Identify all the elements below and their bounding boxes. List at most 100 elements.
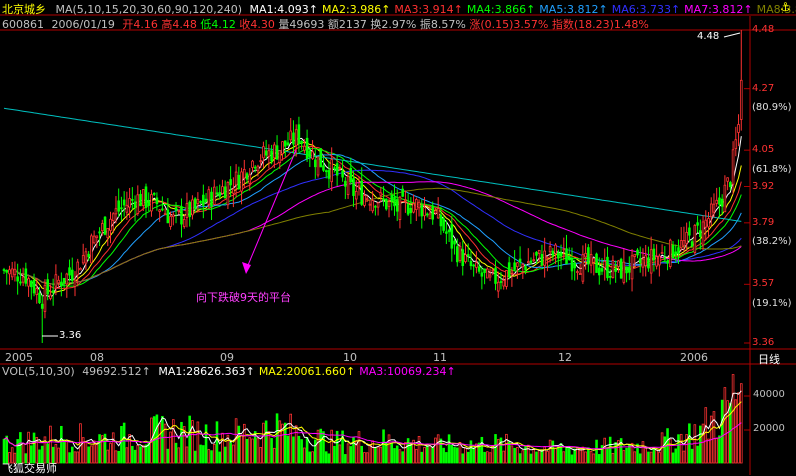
candle-body <box>731 149 735 185</box>
candle-body <box>283 140 287 147</box>
candle-body <box>73 280 77 287</box>
volume-bar <box>365 452 369 464</box>
volume-bar <box>202 445 205 464</box>
candle-body <box>726 177 729 182</box>
volume-bar <box>344 454 347 464</box>
candle-body <box>570 258 574 272</box>
candle-body <box>341 170 344 178</box>
candle-body <box>644 255 647 267</box>
volume-bar <box>111 432 115 464</box>
volume-bar <box>655 449 658 464</box>
candle-body <box>587 247 590 265</box>
candle-body <box>365 198 369 201</box>
candle-body <box>472 264 475 267</box>
time-label: 12 <box>558 351 572 364</box>
price-pct-label: (80.9%) <box>752 102 792 114</box>
candle-body <box>259 160 262 163</box>
volume-bar <box>505 433 508 464</box>
volume-bar <box>199 444 202 464</box>
volume-bar <box>376 446 380 464</box>
candle-body <box>43 284 47 312</box>
close-value: 4.30 <box>250 18 275 31</box>
price-label: 3.92 <box>752 180 775 192</box>
candle-body <box>2 269 6 271</box>
candle-body <box>278 150 282 164</box>
volume-bar <box>114 450 118 464</box>
high-leader <box>723 32 741 38</box>
volume-bar <box>532 449 536 464</box>
volume-bar <box>387 434 391 464</box>
candle-body <box>606 256 609 279</box>
high-mark: 4.48 <box>697 31 720 42</box>
volume-bar <box>425 445 429 464</box>
candle-body <box>600 268 604 272</box>
volume-bar <box>565 445 568 464</box>
candle-body <box>674 251 678 256</box>
volume-bar <box>223 446 227 464</box>
volume-bar <box>718 435 721 464</box>
volume-bar <box>455 447 459 464</box>
volume-bar <box>360 445 363 464</box>
candle-body <box>739 79 743 120</box>
candle-body <box>693 225 697 253</box>
candle-body <box>158 209 161 212</box>
ma-value-6: MA6:3.733↑ <box>611 3 681 16</box>
volume-bar <box>133 449 137 464</box>
volume-bar <box>668 438 672 464</box>
candle-body <box>251 160 254 168</box>
pin-icon[interactable]: ⚓ <box>780 0 791 14</box>
ma-values: MA1:4.093↑ MA2:3.986↑ MA3:3.914↑ MA4:3.866↑… <box>246 3 796 16</box>
candle-body <box>30 280 33 288</box>
volume-bar <box>245 438 249 464</box>
price-label: 3.79 <box>752 216 775 228</box>
candle-body <box>125 204 129 213</box>
volume-bar <box>707 438 710 464</box>
candle-body <box>409 207 413 214</box>
candle-body <box>581 254 585 282</box>
volume-bar <box>305 437 309 464</box>
volume-bar <box>327 453 331 464</box>
volume-bar <box>264 420 268 464</box>
price-label: 4.48 <box>752 24 775 35</box>
volume-bar <box>540 449 544 464</box>
candle-body <box>663 257 667 260</box>
volume-bar <box>303 447 306 464</box>
candle-body <box>300 140 303 144</box>
low-label: 低 <box>200 18 212 31</box>
candle-body <box>439 214 443 227</box>
volume-bar <box>90 445 93 464</box>
candle-body <box>704 219 708 228</box>
candle-body <box>633 253 637 257</box>
candle-body <box>576 271 579 273</box>
volume-bar <box>469 440 473 464</box>
volume-bar <box>442 447 445 464</box>
candle-body <box>270 150 273 162</box>
volume-bar <box>300 439 303 464</box>
amplitude-value: 8.57% <box>430 18 466 31</box>
volume-ma-value-2: MA2:20061.660↑ <box>258 365 356 378</box>
candle-body <box>499 281 503 283</box>
candle-body <box>234 171 238 186</box>
candle-body <box>450 224 454 249</box>
volume-bar <box>185 446 189 464</box>
candle-body <box>243 169 246 179</box>
volume-bar <box>141 445 145 464</box>
candle-body <box>395 199 399 212</box>
candle-body <box>322 165 325 171</box>
volume-bar <box>595 439 598 464</box>
candle-body <box>401 188 404 197</box>
volume-bar <box>382 429 385 464</box>
candle-body <box>688 227 691 236</box>
volume-bar <box>423 447 426 464</box>
candle-body <box>163 213 167 216</box>
candle-body <box>374 205 377 208</box>
volume-bar <box>210 450 213 464</box>
candle-body <box>297 124 301 144</box>
candle-body <box>636 249 639 256</box>
period-label[interactable]: 日线 <box>758 351 780 367</box>
close-label: 收 <box>239 18 251 31</box>
volume-bar <box>259 446 262 464</box>
candle-body <box>518 258 522 263</box>
candle-body <box>431 206 434 220</box>
candle-body <box>614 268 617 272</box>
